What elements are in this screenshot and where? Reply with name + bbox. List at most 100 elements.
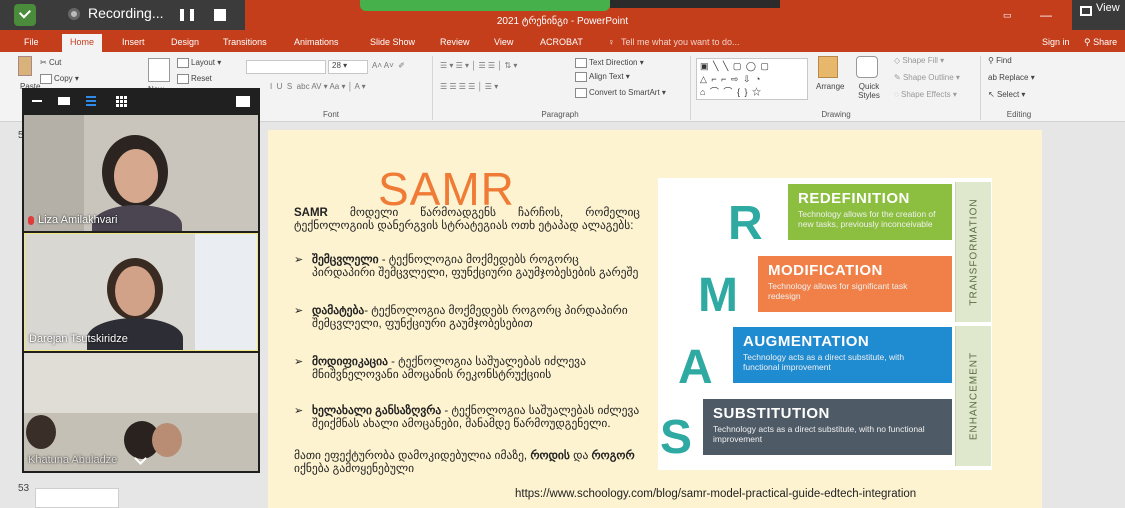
sign-in-link[interactable]: Sign in [1042,37,1070,47]
share-button[interactable]: ⚲ Share [1084,37,1117,48]
grid-view-icon[interactable] [116,96,127,107]
lightbulb-icon: ♀ [608,37,615,47]
replace-button[interactable]: ab Replace ▾ [988,73,1035,82]
shape-fill-button[interactable]: ◇ Shape Fill ▾ [894,56,944,65]
slide-thumbnail[interactable] [35,488,119,508]
background-window [195,234,257,350]
share-label: Share [1093,37,1118,47]
tab-animations[interactable]: Animations [294,37,339,47]
tab-transitions[interactable]: Transitions [223,37,267,47]
arrange-icon[interactable] [818,56,838,78]
slide-canvas[interactable]: SAMR SAMR მოდელი წარმოადგენს ჩარჩოს, რომ… [268,130,1042,508]
quick-styles-label[interactable]: Quick Styles [852,82,886,100]
convert-smartart-label: Convert to SmartArt [589,88,660,98]
participant-name: Darejan Tsutskiridze [29,333,128,345]
list-buttons[interactable]: ☰ ▾ ☰ ▾ │ ☰ ☰ │ ⇅ ▾ [440,61,517,70]
closing-bold: როგორ [591,450,635,462]
transformation-label: TRANSFORMATION [968,198,979,306]
quick-styles-icon[interactable] [856,56,878,78]
bullet-term: შემცვლელი [312,254,379,266]
level-letter: M [698,269,738,322]
shape-effects-button[interactable]: ◌ Shape Effects ▾ [894,90,957,99]
view-label: View [1096,2,1120,14]
participant-tile[interactable]: Liza Amilakhvari [24,115,258,231]
bullet-term: მოდიფიკაცია [312,356,388,368]
font-name-select[interactable] [246,60,326,74]
new-slide-icon[interactable] [148,58,170,82]
bullet-item: დამატება- ტექნოლოგია მოქმედებს როგორც პი… [294,305,640,331]
view-panel[interactable]: View [1072,0,1125,30]
align-text-button[interactable]: Align Text ▾ [575,72,630,82]
shapes-gallery[interactable]: ▣ ╲ ╲ ▢ ◯ ▢ △ ⌐ ⌐ ⇨ ⇩ ◔ ⌂ ⌒ ⌒ { } ☆ [696,58,808,100]
level-title: REDEFINITION [798,190,910,207]
reset-button[interactable]: Reset [177,74,212,84]
paste-icon[interactable] [18,56,32,76]
cursor-icon: ↖ [988,90,997,99]
participant-tile[interactable]: Khatuna Abuladze [24,353,258,471]
align-text-label: Align Text [589,72,624,82]
participant-head [26,415,56,449]
level-title: SUBSTITUTION [713,405,830,422]
copy-button[interactable]: Copy ▾ [40,74,79,84]
copy-label: Copy [54,74,73,84]
background-wall [24,353,258,413]
tab-acrobat[interactable]: ACROBAT [540,37,583,47]
find-button[interactable]: ⚲ Find [988,56,1012,65]
align-text-icon [575,72,587,82]
effects-icon: ◌ [894,90,901,99]
speaker-view-icon[interactable] [58,97,70,105]
pop-out-icon[interactable] [236,96,250,107]
font-grow-buttons[interactable]: A˄ A˅ ✐ [372,61,405,70]
video-call-panel: Liza Amilakhvari Darejan Tsutskiridze Kh… [22,88,260,473]
layout-button[interactable]: Layout ▾ [177,58,221,68]
tab-review[interactable]: Review [440,37,470,47]
minimize-icon[interactable] [32,100,42,102]
text-direction-button[interactable]: Text Direction ▾ [575,58,644,68]
divider [690,56,691,120]
tab-slide-show[interactable]: Slide Show [370,37,415,47]
enhancement-label: ENHANCEMENT [968,351,979,441]
level-letter: S [660,411,693,464]
convert-smartart-button[interactable]: Convert to SmartArt ▾ [575,88,666,98]
intro-rest: მოდელი წარმოადგენს ჩარჩოს, რომელიც ტექნო… [294,207,640,232]
participant-tile-active[interactable]: Darejan Tsutskiridze [24,233,258,351]
participant-face [114,149,158,203]
participant-name: Khatuna Abuladze [28,454,118,466]
level-description: Technology acts as a direct substitute, … [743,352,905,372]
tell-me-search[interactable]: Tell me what you want to do... [621,37,740,47]
select-button[interactable]: ↖ Select ▾ [988,90,1025,99]
level-title: AUGMENTATION [743,333,870,350]
view-icon [1080,6,1092,16]
closing-text: მათი ეფექტურობა დამოკიდებულია იმაზე, როდ… [294,450,640,476]
tab-design[interactable]: Design [171,37,199,47]
bullet-term: ხელახალი განსაზღვრა [312,405,442,417]
samr-pyramid-diagram: R M A S REDEFINITION Technology allows f… [658,178,992,470]
align-buttons[interactable]: ☰ ☰ ☰ ☰ │ ☰ ▾ [440,82,498,91]
bullet-term: დამატება [312,305,365,317]
strip-view-icon[interactable] [86,96,96,106]
font-format-buttons[interactable]: I U S abc AV ▾ Aa ▾ │ A ▾ [270,82,366,91]
cut-button[interactable]: ✂ Cut [40,58,61,67]
copy-icon [40,74,52,84]
reset-label: Reset [191,74,212,84]
minimize-icon[interactable]: — [1040,8,1052,22]
tab-file[interactable]: File [24,37,39,47]
replace-label: Replace [999,73,1029,82]
intro-text: SAMR მოდელი წარმოადგენს ჩარჩოს, რომელიც … [294,207,640,233]
tab-home[interactable]: Home [62,34,103,52]
bullet-item: ხელახალი განსაზღვრა - ტექნოლოგია საშუალე… [294,405,640,431]
shape-outline-button[interactable]: ✎ Shape Outline ▾ [894,73,960,82]
layout-icon [177,58,189,68]
enhancement-label-box: ENHANCEMENT [955,326,991,466]
screen-share-bar[interactable] [360,0,610,11]
participant-face [115,266,155,316]
share-controls-bar[interactable] [610,0,780,8]
tab-view[interactable]: View [494,37,513,47]
arrange-label[interactable]: Arrange [816,82,844,91]
font-size-select[interactable]: 28 ▾ [328,60,368,74]
level-redefinition: REDEFINITION Technology allows for the c… [788,184,952,240]
ribbon-display-icon[interactable]: ▭ [1003,10,1012,21]
tab-insert[interactable]: Insert [122,37,145,47]
font-size-value: 28 [332,61,341,70]
mic-muted-icon [28,215,34,225]
